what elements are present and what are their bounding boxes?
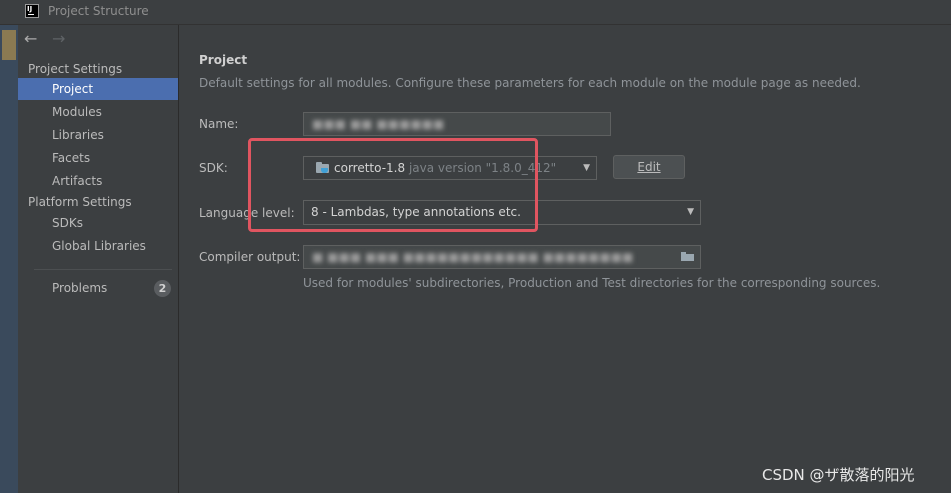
compiler-output-field[interactable]: ■ ■■■ ■■■ ■■■■■■■■■■■■ ■■■■■■■■ <box>303 245 701 269</box>
sdk-label: SDK: <box>199 161 228 175</box>
sidebar-item-label: Project <box>52 82 94 96</box>
sidebar-item-label: Modules <box>52 105 102 119</box>
sidebar-divider <box>34 269 172 270</box>
sidebar-item-label: Global Libraries <box>52 239 146 253</box>
compiler-output-value: ■ ■■■ ■■■ ■■■■■■■■■■■■ ■■■■■■■■ <box>312 250 634 264</box>
edit-sdk-button[interactable]: Edit <box>613 155 685 179</box>
name-field[interactable]: ■■■ ■■ ■■■■■■ <box>303 112 611 136</box>
sidebar-item-label: Facets <box>52 151 91 165</box>
page-title: Project <box>199 53 248 67</box>
intellij-app-icon: IJ <box>25 4 39 18</box>
red-highlight-box <box>248 138 538 232</box>
compiler-output-hint: Used for modules' subdirectories, Produc… <box>303 276 881 290</box>
sidebar-item-label: SDKs <box>52 216 83 230</box>
compiler-output-label: Compiler output: <box>199 250 301 264</box>
sidebar-item-libraries[interactable]: Libraries <box>18 124 178 146</box>
edit-button-label: Edit <box>637 160 661 174</box>
platform-settings-header: Platform Settings <box>28 195 132 209</box>
sidebar-item-artifacts[interactable]: Artifacts <box>18 170 178 192</box>
name-value: ■■■ ■■ ■■■■■■ <box>312 117 445 131</box>
background-window-element <box>2 30 16 60</box>
project-settings-header: Project Settings <box>28 62 123 76</box>
project-settings-panel: Project Default settings for all modules… <box>179 25 951 493</box>
background-window-strip <box>0 0 18 493</box>
open-folder-icon[interactable] <box>681 252 694 261</box>
back-arrow-icon[interactable]: ← <box>24 31 37 47</box>
sidebar-item-modules[interactable]: Modules <box>18 101 178 123</box>
problems-count-badge: 2 <box>154 280 171 297</box>
name-label: Name: <box>199 117 239 131</box>
forward-arrow-icon[interactable]: → <box>52 31 65 47</box>
page-description: Default settings for all modules. Config… <box>199 76 861 90</box>
window-title: Project Structure <box>48 4 149 18</box>
sidebar-item-facets[interactable]: Facets <box>18 147 178 169</box>
sidebar-item-global-libraries[interactable]: Global Libraries <box>18 235 178 257</box>
sidebar: ← → Project Settings Project Modules Lib… <box>18 25 179 493</box>
sidebar-item-sdks[interactable]: SDKs <box>18 212 178 234</box>
sidebar-item-label: Libraries <box>52 128 104 142</box>
sidebar-item-project[interactable]: Project <box>18 78 178 100</box>
dropdown-arrow-icon: ▼ <box>687 207 694 217</box>
sidebar-item-problems[interactable]: Problems 2 <box>18 277 178 299</box>
watermark: CSDN @ザ散落的阳光 <box>762 466 915 484</box>
dropdown-arrow-icon: ▼ <box>583 163 590 173</box>
sidebar-item-label: Problems <box>52 281 108 295</box>
title-bar: IJ Project Structure <box>0 0 951 25</box>
sidebar-item-label: Artifacts <box>52 174 103 188</box>
